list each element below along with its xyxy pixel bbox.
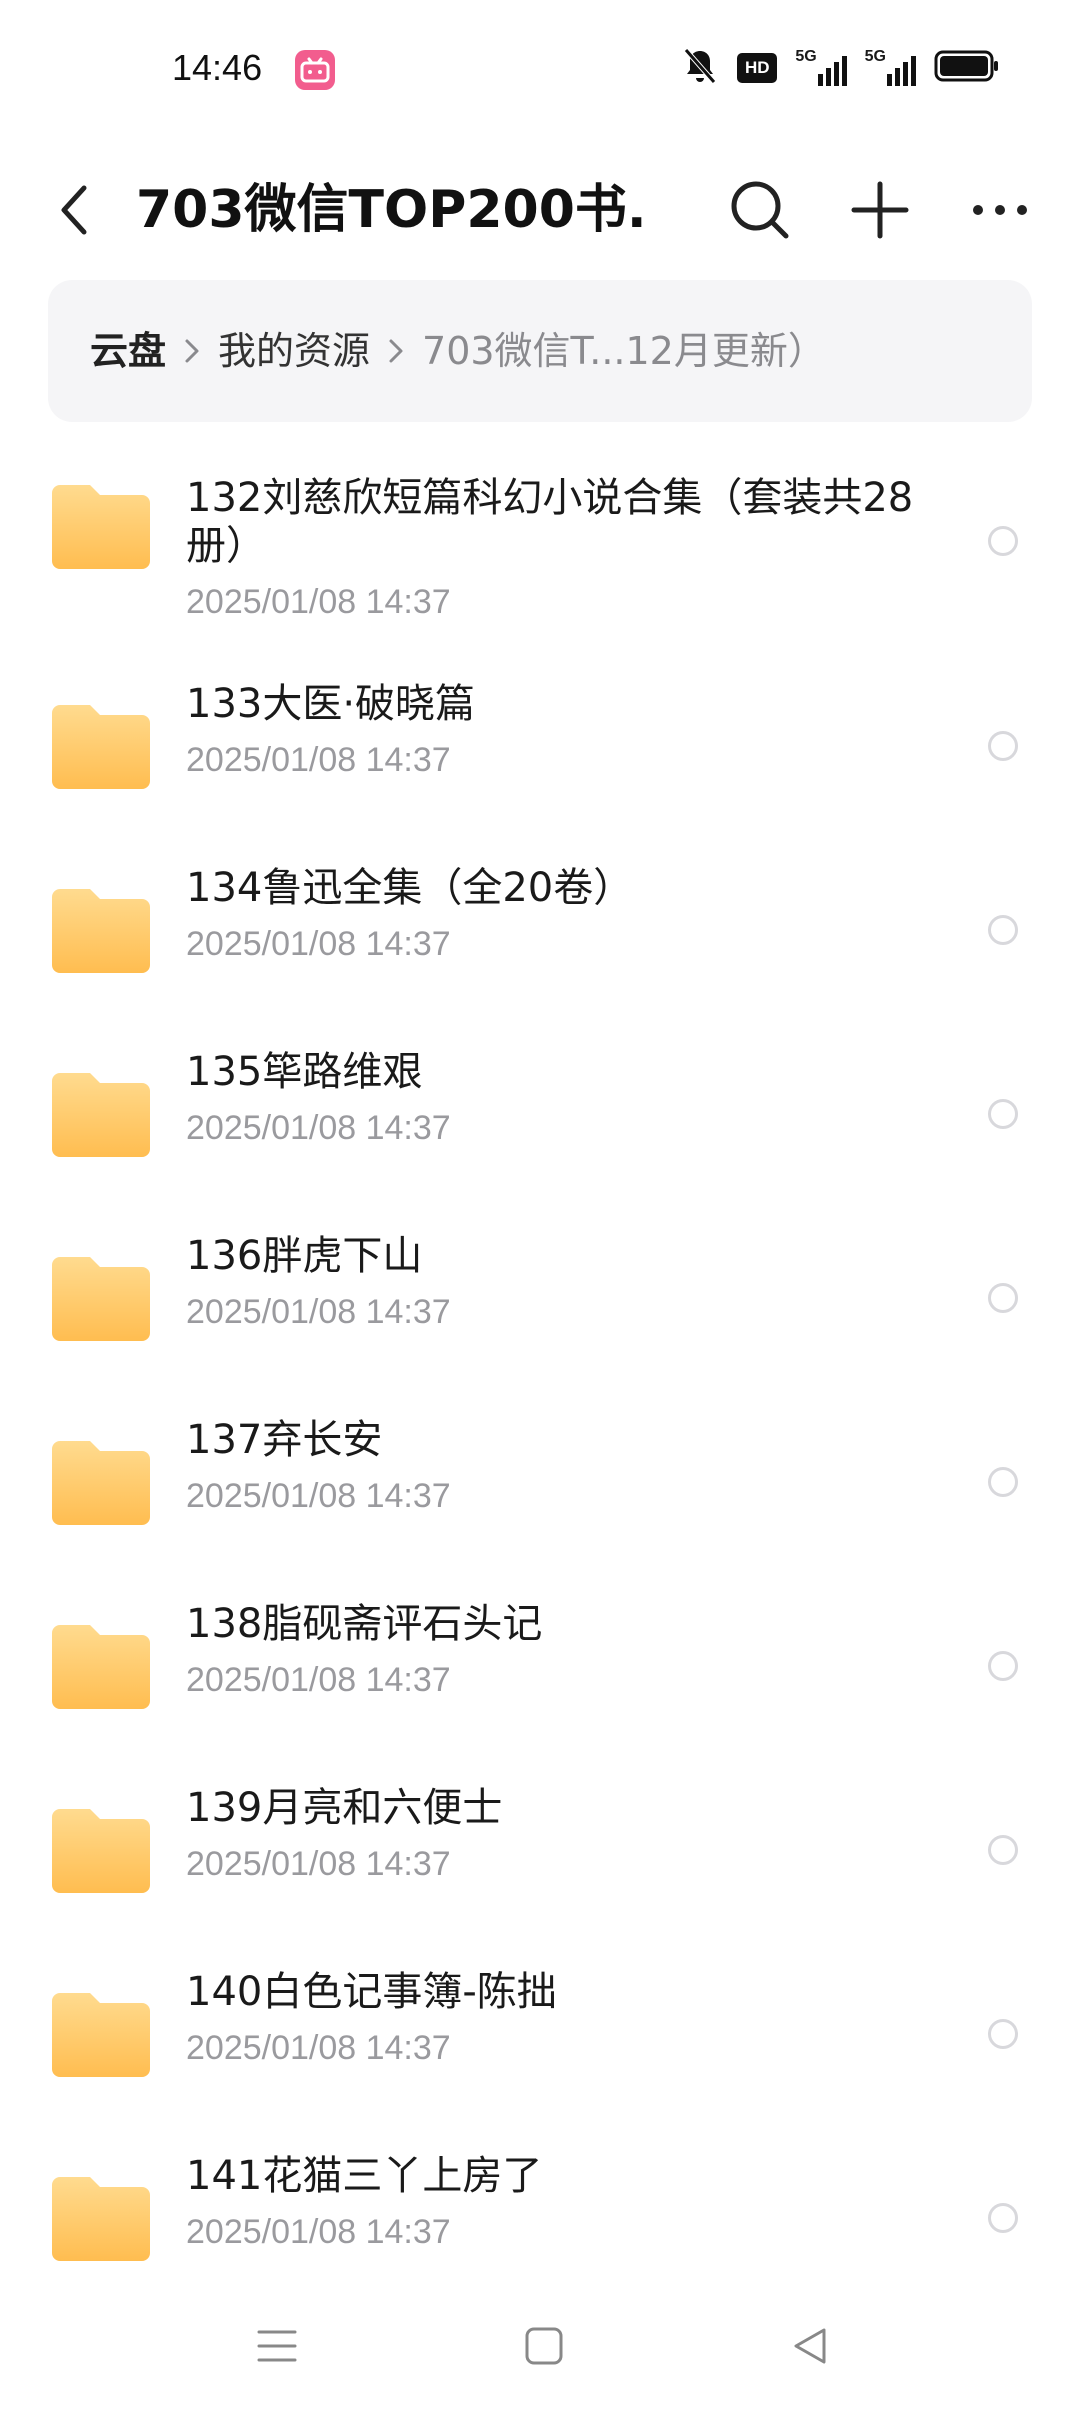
select-radio[interactable]	[988, 1835, 1018, 1865]
mute-bell-icon	[681, 46, 719, 90]
hd-icon: HD	[737, 53, 778, 83]
file-name: 135筚路维艰	[186, 1049, 423, 1095]
list-item[interactable]: 132刘慈欣短篇科幻小说合集（套装共28册） 2025/01/08 14:37	[0, 432, 1080, 654]
more-button[interactable]	[960, 170, 1040, 250]
list-item[interactable]: 140白色记事簿-陈拙 2025/01/08 14:37	[0, 1942, 1080, 2126]
folder-icon	[52, 705, 150, 789]
nav-menu-button[interactable]	[237, 2316, 317, 2376]
nav-home-button[interactable]	[504, 2316, 584, 2376]
hd-label: HD	[745, 58, 770, 77]
network-label-2: 5G	[864, 48, 886, 65]
file-name: 137弃长安	[186, 1417, 383, 1463]
system-nav-bar	[0, 2296, 1080, 2412]
list-item[interactable]: 138脂砚斋评石头记 2025/01/08 14:37	[0, 1574, 1080, 1758]
folder-icon	[52, 2177, 150, 2261]
signal-5g-2-icon: 5G	[865, 48, 916, 88]
nav-back-button[interactable]	[770, 2316, 850, 2376]
select-radio[interactable]	[988, 915, 1018, 945]
file-date: 2025/01/08 14:37	[186, 2029, 451, 2067]
folder-icon	[52, 485, 150, 569]
search-icon	[731, 181, 789, 239]
list-item[interactable]: 139月亮和六便士 2025/01/08 14:37	[0, 1758, 1080, 1942]
file-date: 2025/01/08 14:37	[186, 1477, 451, 1515]
file-list: 132刘慈欣短篇科幻小说合集（套装共28册） 2025/01/08 14:37 …	[0, 432, 1080, 2310]
select-radio[interactable]	[988, 1099, 1018, 1129]
file-name: 132刘慈欣短篇科幻小说合集（套装共28册）	[186, 475, 914, 569]
file-date: 2025/01/08 14:37	[186, 1293, 451, 1331]
file-name: 134鲁迅全集（全20卷）	[186, 865, 634, 911]
file-date: 2025/01/08 14:37	[186, 1109, 451, 1147]
list-item[interactable]: 141花猫三丫上房了 2025/01/08 14:37	[0, 2126, 1080, 2310]
status-bar: 14:46 HD 5G 5G	[0, 0, 1080, 140]
plus-icon	[851, 181, 909, 239]
select-radio[interactable]	[988, 2019, 1018, 2049]
folder-icon	[52, 1073, 150, 1157]
list-item[interactable]: 135筚路维艰 2025/01/08 14:37	[0, 1022, 1080, 1206]
signal-5g-1-icon: 5G	[795, 48, 847, 88]
breadcrumb-root[interactable]: 云盘	[90, 326, 166, 376]
folder-icon	[52, 1441, 150, 1525]
select-radio[interactable]	[988, 2203, 1018, 2233]
select-radio[interactable]	[988, 526, 1018, 556]
folder-icon	[52, 1809, 150, 1893]
breadcrumb-my-resources[interactable]: 我的资源	[218, 326, 370, 376]
app-bar: 703微信TOP200书...	[0, 140, 1080, 280]
back-triangle-icon	[794, 2328, 826, 2364]
folder-icon	[52, 889, 150, 973]
list-item[interactable]: 133大医·破晓篇 2025/01/08 14:37	[0, 654, 1080, 838]
add-button[interactable]	[840, 170, 920, 250]
status-icons: HD 5G 5G	[681, 44, 1000, 92]
file-date: 2025/01/08 14:37	[186, 2213, 451, 2251]
menu-icon	[257, 2330, 297, 2362]
file-date: 2025/01/08 14:37	[186, 583, 451, 621]
file-name: 138脂砚斋评石头记	[186, 1601, 543, 1647]
search-button[interactable]	[720, 170, 800, 250]
list-item[interactable]: 134鲁迅全集（全20卷） 2025/01/08 14:37	[0, 838, 1080, 1022]
network-label-1: 5G	[795, 48, 817, 65]
file-name: 136胖虎下山	[186, 1233, 423, 1279]
file-date: 2025/01/08 14:37	[186, 741, 451, 779]
status-time: 14:46	[172, 47, 263, 88]
breadcrumb: 云盘 我的资源 703微信T...12月更新）	[48, 280, 1032, 422]
chevron-right-icon	[376, 326, 416, 376]
select-radio[interactable]	[988, 1283, 1018, 1313]
file-date: 2025/01/08 14:37	[186, 1661, 451, 1699]
home-square-icon	[525, 2327, 563, 2365]
bilibili-app-icon	[295, 50, 335, 90]
more-horizontal-icon	[973, 205, 1027, 215]
file-name: 139月亮和六便士	[186, 1785, 503, 1831]
list-item[interactable]: 136胖虎下山 2025/01/08 14:37	[0, 1206, 1080, 1390]
select-radio[interactable]	[988, 1651, 1018, 1681]
file-date: 2025/01/08 14:37	[186, 1845, 451, 1883]
select-radio[interactable]	[988, 1467, 1018, 1497]
page-title: 703微信TOP200书...	[136, 180, 646, 240]
folder-icon	[52, 1625, 150, 1709]
file-name: 141花猫三丫上房了	[186, 2153, 543, 2199]
list-item[interactable]: 137弃长安 2025/01/08 14:37	[0, 1390, 1080, 1574]
chevron-right-icon	[172, 326, 212, 376]
back-button[interactable]	[44, 170, 104, 250]
battery-icon	[934, 49, 1000, 87]
folder-icon	[52, 1993, 150, 2077]
chevron-left-icon	[61, 185, 87, 235]
select-radio[interactable]	[988, 731, 1018, 761]
folder-icon	[52, 1257, 150, 1341]
breadcrumb-current: 703微信T...12月更新）	[422, 329, 826, 373]
file-name: 133大医·破晓篇	[186, 681, 476, 727]
file-name: 140白色记事簿-陈拙	[186, 1969, 557, 2015]
file-date: 2025/01/08 14:37	[186, 925, 451, 963]
